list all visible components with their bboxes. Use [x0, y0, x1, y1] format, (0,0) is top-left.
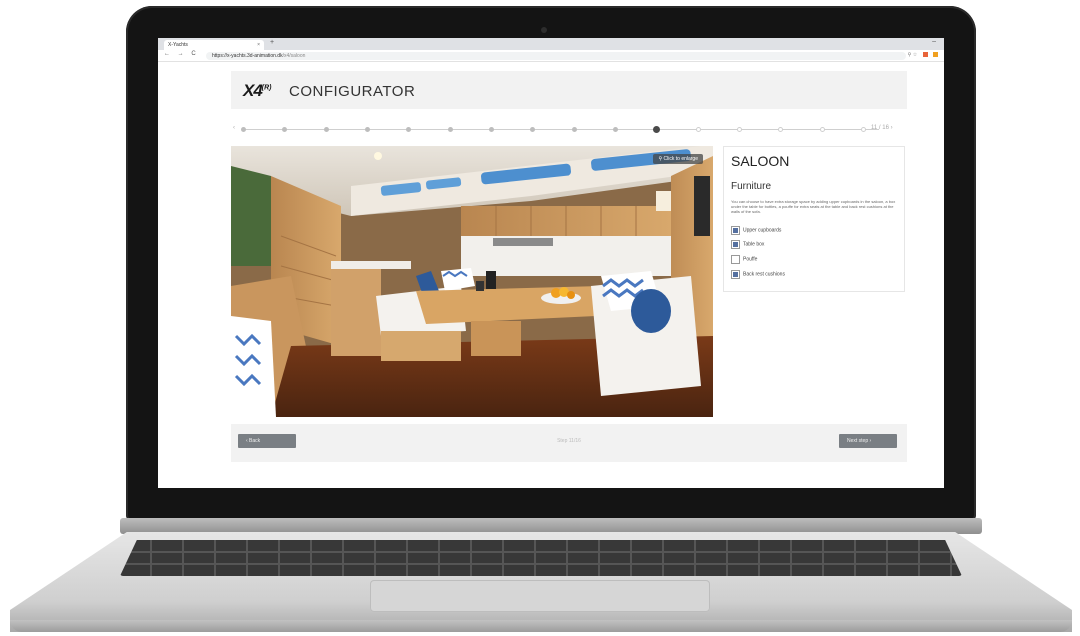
extension-icon[interactable]: [933, 52, 938, 58]
progress-step-dot[interactable]: [282, 127, 288, 132]
checkbox[interactable]: [731, 226, 740, 235]
navigation-buttons[interactable]: ← → C: [164, 51, 199, 57]
keyboard: [120, 540, 962, 576]
progress-step-dot[interactable]: [530, 127, 536, 132]
configurator-page: X4(R) CONFIGURATOR ‹ 11 / 16 › ⚲ Click t…: [231, 71, 907, 488]
new-tab-icon[interactable]: +: [270, 39, 274, 46]
url-field[interactable]: https://x-yachts.3d-animation.dk/x4/salo…: [206, 52, 906, 60]
laptop-base-edge: [10, 620, 1072, 632]
progress-step-dot[interactable]: [571, 127, 577, 132]
browser-toolbar-icons: ⚲ ☆: [908, 52, 938, 58]
progress-prev-icon[interactable]: ‹: [233, 125, 235, 131]
extension-icon[interactable]: [922, 52, 928, 58]
progress-step-dot[interactable]: [819, 127, 825, 132]
checkbox[interactable]: [731, 270, 740, 279]
progress-step-dot[interactable]: [861, 127, 866, 132]
progress-step-dot[interactable]: [365, 127, 370, 132]
option-label: Table box: [743, 241, 765, 248]
step-count: 11 / 16 ›: [871, 125, 893, 131]
progress-step-dot[interactable]: [737, 127, 742, 132]
trackpad: [370, 580, 710, 612]
option-label: Back rest cushions: [743, 271, 785, 278]
section-description: You can choose to have extra storage spa…: [731, 199, 896, 214]
url-host: https://x-yachts.3d-animation.dk: [212, 53, 283, 59]
browser-address-bar: ← → C https://x-yachts.3d-animation.dk/x…: [158, 50, 944, 62]
page-title: CONFIGURATOR: [289, 83, 416, 100]
enlarge-button[interactable]: ⚲ Click to enlarge: [653, 154, 703, 164]
section-subtitle: Furniture: [731, 181, 772, 192]
option-table-box[interactable]: Table box: [731, 240, 764, 249]
progress-step-dot[interactable]: [323, 127, 329, 132]
laptop-screen: X-Yachts × + – ← → C https://x-yachts.3d…: [158, 38, 944, 488]
option-pouffe[interactable]: Pouffe: [731, 255, 757, 264]
option-label: Upper cupboards: [743, 227, 782, 234]
x-yachts-logo[interactable]: X4(R): [243, 81, 272, 101]
browser-tab-bar: X-Yachts × + –: [158, 38, 944, 50]
progress-line: [243, 129, 879, 130]
saloon-interior-image: [231, 146, 713, 417]
saloon-render[interactable]: ⚲ Click to enlarge: [231, 146, 713, 417]
progress-step-dot[interactable]: [241, 127, 246, 132]
progress-step-dot[interactable]: [778, 127, 784, 132]
tab-close-icon[interactable]: ×: [257, 40, 260, 50]
option-label: Pouffe: [743, 256, 758, 263]
step-indicator: Step 11/16: [557, 438, 581, 444]
laptop-hinge: [120, 518, 982, 534]
next-step-button[interactable]: Next step ›: [839, 434, 897, 448]
checkbox[interactable]: [731, 255, 740, 264]
option-upper-cupboards[interactable]: Upper cupboards: [731, 226, 781, 235]
section-title: SALOON: [731, 153, 790, 169]
options-panel: SALOON Furniture You can choose to have …: [723, 146, 905, 292]
progress-step-dot[interactable]: [653, 126, 661, 133]
checkbox[interactable]: [731, 240, 740, 249]
progress-step-dot[interactable]: [406, 127, 412, 132]
progress-step-dot[interactable]: [695, 127, 701, 132]
tab-title: X-Yachts: [168, 42, 188, 48]
page-footer: ‹ Back Step 11/16 Next step ›: [231, 424, 907, 462]
browser-tab[interactable]: X-Yachts ×: [164, 40, 264, 50]
step-progress: ‹: [233, 125, 879, 134]
bookmark-icon[interactable]: ⚲ ☆: [908, 52, 918, 58]
webcam: [541, 27, 547, 33]
progress-step-dot[interactable]: [489, 127, 494, 132]
url-path: /x4/saloon: [282, 53, 306, 59]
progress-step-dot[interactable]: [447, 127, 453, 132]
page-header: X4(R) CONFIGURATOR: [231, 71, 907, 109]
minimize-icon[interactable]: –: [932, 38, 936, 45]
option-back-rest-cushions[interactable]: Back rest cushions: [731, 270, 785, 279]
progress-step-dot[interactable]: [613, 127, 618, 132]
